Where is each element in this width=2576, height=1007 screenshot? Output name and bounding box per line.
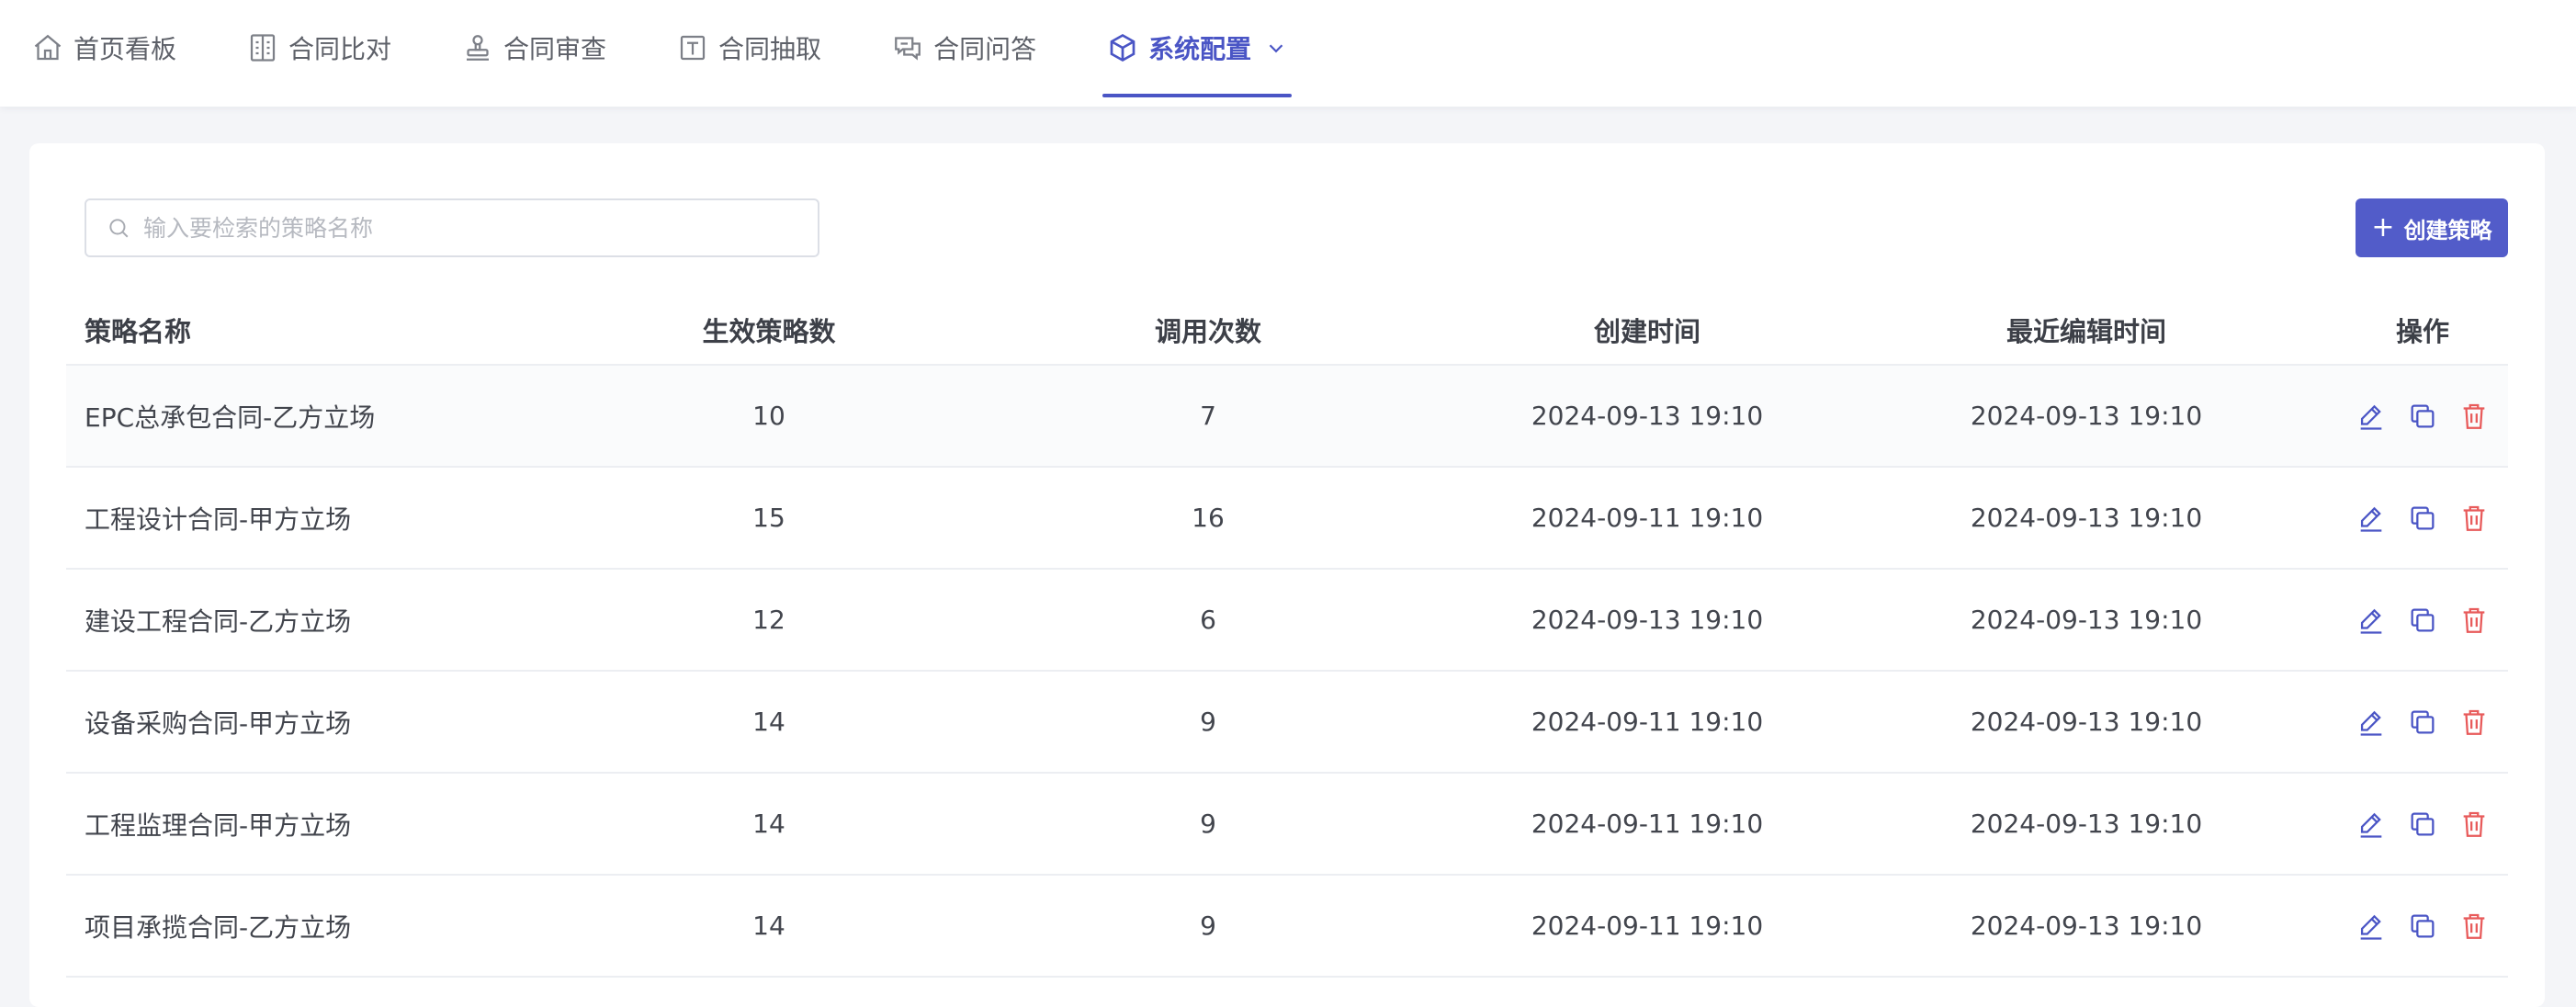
nav-label: 首页看板 bbox=[73, 34, 177, 64]
cell-call-count: 9 bbox=[1200, 809, 1216, 839]
cell-created-time: 2024-09-11 19:10 bbox=[1531, 707, 1764, 737]
cell-actions bbox=[2337, 809, 2508, 840]
cell-call-count: 6 bbox=[1200, 605, 1216, 635]
cell-effective-count: 15 bbox=[752, 503, 785, 533]
copy-icon[interactable] bbox=[2407, 911, 2438, 942]
strategy-table: 策略名称 生效策略数 调用次数 创建时间 最近编辑时间 操作 EPC总承包合同-… bbox=[66, 296, 2508, 978]
copy-icon[interactable] bbox=[2407, 809, 2438, 840]
header-effective: 生效策略数 bbox=[702, 316, 836, 347]
nav-item-qa[interactable]: 合同问答 bbox=[891, 0, 1036, 96]
compare-icon bbox=[246, 31, 279, 64]
cell-strategy-name: 设备采购合同-甲方立场 bbox=[85, 707, 352, 739]
home-icon bbox=[31, 31, 64, 64]
create-strategy-button[interactable]: + 创建策略 bbox=[2356, 198, 2508, 257]
delete-icon[interactable] bbox=[2458, 605, 2490, 636]
cell-strategy-name: 工程设计合同-甲方立场 bbox=[85, 503, 352, 535]
nav-item-system-config[interactable]: 系统配置 bbox=[1102, 0, 1293, 97]
table-body: EPC总承包合同-乙方立场 10 7 2024-09-13 19:10 2024… bbox=[66, 366, 2508, 978]
cell-actions bbox=[2337, 911, 2508, 942]
nav-label: 系统配置 bbox=[1148, 34, 1252, 64]
delete-icon[interactable] bbox=[2458, 911, 2490, 942]
cell-created-time: 2024-09-13 19:10 bbox=[1531, 401, 1764, 431]
cell-actions bbox=[2337, 401, 2508, 432]
search-box[interactable] bbox=[85, 198, 819, 257]
delete-icon[interactable] bbox=[2458, 503, 2490, 534]
cell-edited-time: 2024-09-13 19:10 bbox=[1970, 401, 2203, 431]
table-row: 工程监理合同-甲方立场 14 9 2024-09-11 19:10 2024-0… bbox=[66, 774, 2508, 876]
nav-item-review[interactable]: 合同审查 bbox=[461, 0, 606, 96]
cell-strategy-name: EPC总承包合同-乙方立场 bbox=[85, 402, 376, 433]
cell-edited-time: 2024-09-13 19:10 bbox=[1970, 503, 2203, 533]
search-icon bbox=[107, 216, 130, 240]
copy-icon[interactable] bbox=[2407, 707, 2438, 738]
table-row: 工程设计合同-甲方立场 15 16 2024-09-11 19:10 2024-… bbox=[66, 468, 2508, 570]
table-row: EPC总承包合同-乙方立场 10 7 2024-09-13 19:10 2024… bbox=[66, 366, 2508, 468]
cell-edited-time: 2024-09-13 19:10 bbox=[1970, 911, 2203, 941]
cell-effective-count: 14 bbox=[752, 707, 785, 737]
plus-icon: + bbox=[2371, 211, 2395, 243]
top-nav: 首页看板 合同比对 合同审查 合同抽取 合同问答 系统配置 bbox=[0, 0, 2576, 107]
table-header: 策略名称 生效策略数 调用次数 创建时间 最近编辑时间 操作 bbox=[66, 296, 2508, 366]
cell-strategy-name: 项目承揽合同-乙方立场 bbox=[85, 911, 352, 943]
cell-created-time: 2024-09-11 19:10 bbox=[1531, 911, 1764, 941]
cell-created-time: 2024-09-11 19:10 bbox=[1531, 503, 1764, 533]
create-strategy-label: 创建策略 bbox=[2403, 217, 2492, 243]
header-actions: 操作 bbox=[2395, 316, 2449, 347]
table-row: 设备采购合同-甲方立场 14 9 2024-09-11 19:10 2024-0… bbox=[66, 672, 2508, 774]
copy-icon[interactable] bbox=[2407, 605, 2438, 636]
cell-call-count: 16 bbox=[1192, 503, 1225, 533]
header-edited: 最近编辑时间 bbox=[2005, 316, 2166, 347]
cell-call-count: 9 bbox=[1200, 707, 1216, 737]
edit-icon[interactable] bbox=[2356, 809, 2387, 840]
cell-created-time: 2024-09-13 19:10 bbox=[1531, 605, 1764, 635]
cube-icon bbox=[1106, 31, 1139, 64]
copy-icon[interactable] bbox=[2407, 401, 2438, 432]
cell-call-count: 7 bbox=[1200, 401, 1216, 431]
table-row: 项目承揽合同-乙方立场 14 9 2024-09-11 19:10 2024-0… bbox=[66, 876, 2508, 978]
nav-item-compare[interactable]: 合同比对 bbox=[246, 0, 391, 96]
edit-icon[interactable] bbox=[2356, 401, 2387, 432]
cell-edited-time: 2024-09-13 19:10 bbox=[1970, 707, 2203, 737]
search-input[interactable] bbox=[143, 214, 786, 242]
copy-icon[interactable] bbox=[2407, 503, 2438, 534]
edit-icon[interactable] bbox=[2356, 605, 2387, 636]
cell-effective-count: 12 bbox=[752, 605, 785, 635]
cell-actions bbox=[2337, 707, 2508, 738]
nav-label: 合同比对 bbox=[288, 34, 392, 64]
edit-icon[interactable] bbox=[2356, 707, 2387, 738]
cell-call-count: 9 bbox=[1200, 911, 1216, 941]
nav-item-dashboard[interactable]: 首页看板 bbox=[31, 0, 176, 96]
cell-strategy-name: 建设工程合同-乙方立场 bbox=[85, 605, 352, 637]
delete-icon[interactable] bbox=[2458, 809, 2490, 840]
cell-edited-time: 2024-09-13 19:10 bbox=[1970, 605, 2203, 635]
edit-icon[interactable] bbox=[2356, 911, 2387, 942]
stamp-icon bbox=[461, 31, 494, 64]
table-row: 建设工程合同-乙方立场 12 6 2024-09-13 19:10 2024-0… bbox=[66, 570, 2508, 672]
cell-effective-count: 10 bbox=[752, 401, 785, 431]
edit-icon[interactable] bbox=[2356, 503, 2387, 534]
cell-created-time: 2024-09-11 19:10 bbox=[1531, 809, 1764, 839]
delete-icon[interactable] bbox=[2458, 401, 2490, 432]
chevron-down-icon[interactable] bbox=[1264, 36, 1288, 60]
cell-strategy-name: 工程监理合同-甲方立场 bbox=[85, 809, 352, 841]
cell-edited-time: 2024-09-13 19:10 bbox=[1970, 809, 2203, 839]
cell-effective-count: 14 bbox=[752, 809, 785, 839]
nav-label: 合同问答 bbox=[933, 34, 1037, 64]
cell-actions bbox=[2337, 605, 2508, 636]
header-name: 策略名称 bbox=[85, 316, 192, 347]
nav-label: 合同抽取 bbox=[718, 34, 822, 64]
extract-icon bbox=[676, 31, 709, 64]
cell-actions bbox=[2337, 503, 2508, 534]
chat-icon bbox=[891, 31, 924, 64]
nav-label: 合同审查 bbox=[503, 34, 607, 64]
nav-item-extract[interactable]: 合同抽取 bbox=[676, 0, 821, 96]
delete-icon[interactable] bbox=[2458, 707, 2490, 738]
strategy-card: + 创建策略 策略名称 生效策略数 调用次数 创建时间 最近编辑时间 操作 EP… bbox=[29, 143, 2545, 1007]
cell-effective-count: 14 bbox=[752, 911, 785, 941]
header-created: 创建时间 bbox=[1593, 316, 1700, 347]
header-calls: 调用次数 bbox=[1154, 316, 1261, 347]
